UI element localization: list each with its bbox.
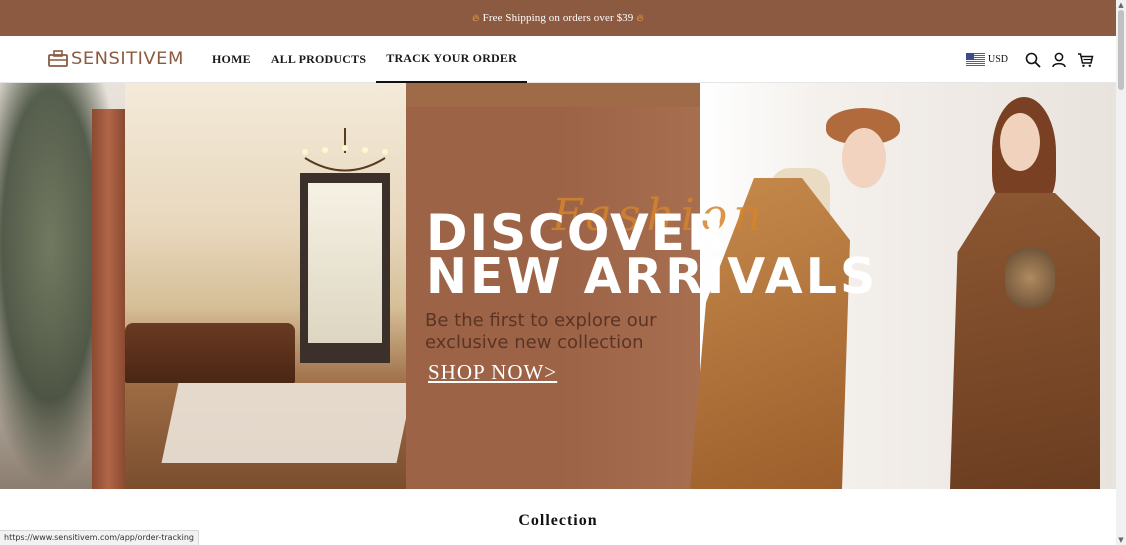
brown-trench-coat-image xyxy=(950,193,1100,489)
nav-all-products[interactable]: ALL PRODUCTS xyxy=(261,36,376,83)
page-scrollbar[interactable]: ▲ ▼ xyxy=(1116,0,1126,545)
currency-selector[interactable]: USD xyxy=(965,53,1008,66)
flame-icon: 🔥︎ xyxy=(636,12,644,24)
currency-label: USD xyxy=(987,54,1008,65)
scrollbar-thumb[interactable] xyxy=(1118,10,1124,90)
rug-image xyxy=(161,383,414,463)
cat-image xyxy=(1005,248,1055,308)
sofa-image xyxy=(125,323,295,383)
nav-track-your-order[interactable]: TRACK YOUR ORDER xyxy=(376,36,527,83)
cart-icon xyxy=(1077,52,1093,67)
header-actions: USD xyxy=(965,36,1098,83)
shop-now-link[interactable]: SHOP NOW> xyxy=(428,360,557,385)
hero-headline-line2: NEW ARRIVALS xyxy=(426,248,879,305)
cart-button[interactable] xyxy=(1072,47,1098,73)
decor-pillar xyxy=(92,109,125,489)
logo[interactable]: SENSITIVEM xyxy=(48,49,183,69)
room-window-image xyxy=(308,183,382,343)
flame-icon: 🔥︎ xyxy=(472,12,480,24)
account-icon xyxy=(1052,52,1066,67)
logo-text: SENSITIVEM xyxy=(71,49,184,69)
main-nav: HOME ALL PRODUCTS TRACK YOUR ORDER xyxy=(202,36,527,83)
model-face-image xyxy=(1000,113,1040,171)
us-flag-icon xyxy=(965,53,985,66)
site-header: SENSITIVEM HOME ALL PRODUCTS TRACK YOUR … xyxy=(0,36,1116,83)
account-button[interactable] xyxy=(1046,47,1072,73)
collection-heading: Collection xyxy=(518,512,598,529)
status-bar-url: https://www.sensitivem.com/app/order-tra… xyxy=(0,530,199,545)
scroll-up-arrow-icon[interactable]: ▲ xyxy=(1117,1,1125,9)
scroll-down-arrow-icon[interactable]: ▼ xyxy=(1117,536,1125,544)
search-button[interactable] xyxy=(1020,47,1046,73)
search-icon xyxy=(1025,52,1041,68)
model-face-image xyxy=(842,128,886,188)
logo-mark-icon xyxy=(48,50,68,67)
announcement-text: Free Shipping on orders over $39 xyxy=(482,12,634,24)
announcement-bar: 🔥︎ Free Shipping on orders over $39 🔥︎ xyxy=(0,0,1116,36)
hero-subheadline: Be the first to explore our exclusive ne… xyxy=(425,310,657,353)
chandelier-image xyxy=(302,128,388,172)
nav-home[interactable]: HOME xyxy=(202,36,261,83)
